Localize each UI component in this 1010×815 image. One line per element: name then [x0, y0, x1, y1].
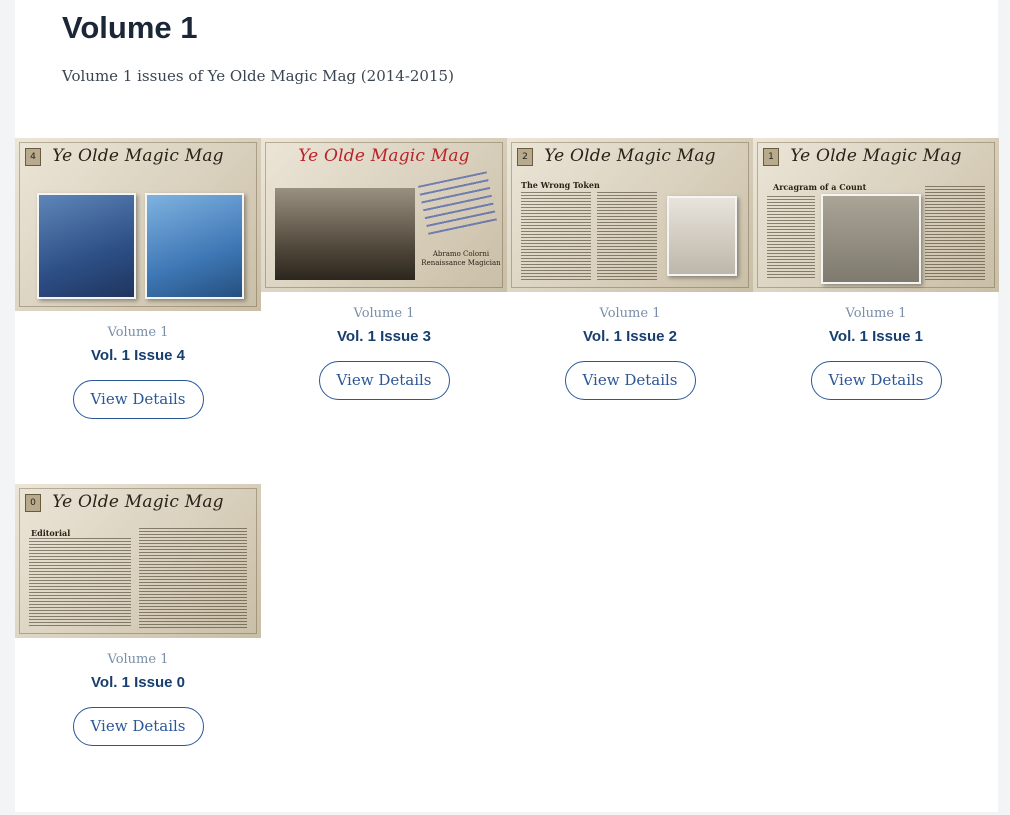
cover-plaque-image — [821, 194, 921, 284]
cover-caption: Abramo Colorni Renaissance Magician — [421, 250, 501, 267]
view-details-button[interactable]: View Details — [564, 361, 696, 400]
issue-volume-label: Volume 1 — [353, 306, 415, 321]
cover-article-heading: Editorial — [31, 528, 71, 538]
cover-photo-magician-top-hat — [145, 193, 244, 299]
cover-article-heading: Arcagram of a Count — [773, 182, 867, 192]
issue-volume-label: Volume 1 — [845, 306, 907, 321]
cover-photo-magician — [37, 193, 136, 299]
page-subtitle: Volume 1 issues of Ye Olde Magic Mag (20… — [62, 67, 454, 85]
issue-title: Vol. 1 Issue 2 — [583, 328, 677, 345]
issue-card: 1 Ye Olde Magic Mag Arcagram of a Count … — [753, 138, 999, 400]
issue-card: Ye Olde Magic Mag Abramo Colorni Renaiss… — [261, 138, 507, 400]
issue-card: 0 Ye Olde Magic Mag Editorial Volume 1 V… — [15, 484, 261, 746]
issue-title: Vol. 1 Issue 4 — [91, 347, 185, 364]
page-title: Volume 1 — [62, 10, 198, 45]
cover-brand-title: Ye Olde Magic Mag — [52, 146, 224, 166]
view-details-button[interactable]: View Details — [810, 361, 942, 400]
issue-card: 4 Ye Olde Magic Mag Volume 1 Vol. 1 Issu… — [15, 138, 261, 419]
cover-brand-title: Ye Olde Magic Mag — [790, 146, 962, 166]
issue-card: 2 Ye Olde Magic Mag The Wrong Token Volu… — [507, 138, 753, 400]
cover-brand-title: Ye Olde Magic Mag — [544, 146, 716, 166]
issue-volume-label: Volume 1 — [107, 652, 169, 667]
issue-cover-image[interactable]: 2 Ye Olde Magic Mag The Wrong Token — [507, 138, 753, 292]
issue-title: Vol. 1 Issue 1 — [829, 328, 923, 345]
view-details-button[interactable]: View Details — [72, 707, 204, 746]
cover-brand-title: Ye Olde Magic Mag — [298, 146, 470, 166]
cover-illustration — [275, 188, 415, 280]
issue-cover-image[interactable]: 0 Ye Olde Magic Mag Editorial — [15, 484, 261, 638]
cover-brand-title: Ye Olde Magic Mag — [52, 492, 224, 512]
issue-volume-label: Volume 1 — [599, 306, 661, 321]
view-details-button[interactable]: View Details — [72, 380, 204, 419]
issue-title: Vol. 1 Issue 0 — [91, 674, 185, 691]
cover-article-heading: The Wrong Token — [521, 180, 600, 190]
cover-illustration — [667, 196, 737, 276]
issue-cover-image[interactable]: 1 Ye Olde Magic Mag Arcagram of a Count — [753, 138, 999, 292]
issue-volume-label: Volume 1 — [107, 325, 169, 340]
issue-cover-image[interactable]: 4 Ye Olde Magic Mag — [15, 138, 261, 311]
issues-page: Volume 1 Volume 1 issues of Ye Olde Magi… — [15, 0, 999, 812]
view-details-button[interactable]: View Details — [318, 361, 450, 400]
issue-cover-image[interactable]: Ye Olde Magic Mag Abramo Colorni Renaiss… — [261, 138, 507, 292]
issue-title: Vol. 1 Issue 3 — [337, 328, 431, 345]
